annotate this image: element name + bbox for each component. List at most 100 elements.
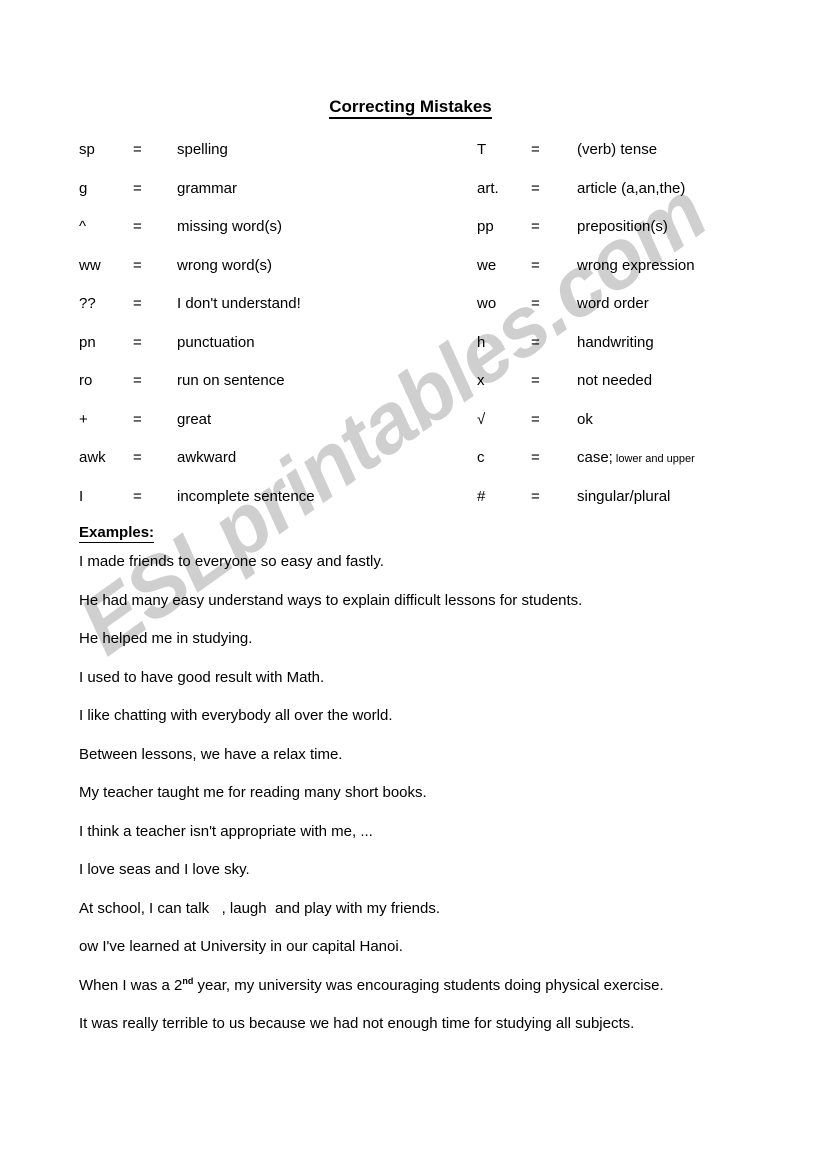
correction-symbol: ^ (79, 218, 87, 235)
correction-meaning-text: (verb) tense (577, 141, 658, 158)
correction-meaning-text: incomplete sentence (177, 487, 315, 505)
equals-sign: = (531, 410, 540, 428)
correction-meaning: article (a,an,the) (577, 179, 685, 198)
examples-heading-text: Examples: (79, 524, 155, 543)
correction-key-row: wo = word order (477, 294, 807, 333)
correction-meaning-text: ok (577, 410, 593, 428)
correction-key-row: art. = article (a,an,the) (477, 179, 807, 218)
correction-meaning-text: run on sentence (177, 372, 285, 389)
equals-sign: = (531, 449, 540, 466)
correction-meaning: punctuation (177, 333, 255, 352)
correction-meaning: spelling (177, 140, 228, 159)
equals-sign: = (531, 333, 540, 351)
correction-meaning: great (177, 410, 211, 429)
example-sentence: At school, I can talk , laugh and play w… (79, 899, 441, 917)
correction-symbol: x (477, 372, 485, 389)
equals-sign: = (133, 141, 142, 158)
examples-list: I made friends to everyone so easy and f… (79, 552, 779, 1053)
correction-symbol: + (79, 410, 88, 428)
correction-meaning-note: lower and upper (612, 453, 695, 465)
example-sentence: I think a teacher isn't appropriate with… (79, 822, 373, 840)
correction-symbol: art. (477, 179, 499, 197)
correction-symbol: pp (477, 218, 494, 235)
correction-key-row: sp = spelling (79, 140, 459, 179)
worksheet-page: ESLprintables.com Correcting Mistakes sp… (0, 0, 821, 1169)
correction-meaning-text: spelling (177, 141, 228, 158)
page-title: Correcting Mistakes (0, 97, 821, 119)
correction-key-left-column: sp = spelling g = grammar ^ = missing word(s) ww =… (79, 140, 459, 525)
correction-key-row: ro = run on sentence (79, 371, 459, 410)
correction-key-row: we = wrong expression (477, 256, 807, 295)
correction-symbol: awk (79, 449, 106, 466)
example-sentence: Between lessons, we have a relax time. (79, 745, 343, 763)
correction-key-row: h = handwriting (477, 333, 807, 372)
document-content: Correcting Mistakes sp = spelling g = grammar… (0, 0, 821, 1169)
correction-key-row: ^ = missing word(s) (79, 217, 459, 256)
correction-symbol: ww (79, 256, 101, 274)
correction-symbol: pn (79, 333, 96, 351)
correction-symbol: g (79, 179, 88, 197)
equals-sign: = (531, 256, 540, 274)
correction-key-row: awk = awkward (79, 448, 459, 487)
equals-sign: = (531, 487, 540, 505)
correction-meaning: (verb) tense (577, 140, 657, 159)
examples-heading: Examples: (79, 524, 155, 543)
correction-key-row: T = (verb) tense (477, 140, 807, 179)
correction-meaning-text: not needed (577, 372, 653, 389)
example-sentence: I like chatting with everybody all over … (79, 707, 393, 724)
correction-meaning: ok (577, 410, 593, 429)
example-sentence: When I was a 2nd year, my university was… (79, 976, 779, 1015)
correction-symbol: ?? (79, 295, 96, 312)
correction-meaning-text: article (a,an,the) (577, 179, 686, 197)
equals-sign: = (133, 333, 142, 351)
correction-meaning-text: wrong word(s) (177, 256, 273, 274)
correction-symbol: sp (79, 141, 95, 158)
correction-meaning: word order (577, 294, 649, 313)
correction-meaning-text: handwriting (577, 333, 654, 351)
correction-symbol: ro (79, 372, 93, 389)
correction-symbol: # (477, 487, 486, 505)
correction-meaning: handwriting (577, 333, 654, 352)
correction-meaning: not needed (577, 371, 652, 390)
correction-meaning: wrong word(s) (177, 256, 272, 275)
correction-meaning-text: word order (577, 295, 649, 312)
equals-sign: = (531, 141, 540, 158)
correction-key-row: g = grammar (79, 179, 459, 218)
example-sentence: It was really terrible to us because we … (79, 1015, 635, 1032)
correction-key-row: ?? = I don't understand! (79, 294, 459, 333)
correction-key-row: pp = preposition(s) (477, 217, 807, 256)
correction-symbol: √ (477, 410, 486, 428)
correction-symbol: wo (477, 295, 497, 312)
correction-symbol: h (477, 333, 486, 351)
correction-key-row: ww = wrong word(s) (79, 256, 459, 295)
correction-meaning: singular/plural (577, 487, 670, 506)
equals-sign: = (133, 487, 142, 505)
correction-meaning: incomplete sentence (177, 487, 315, 506)
equals-sign: = (133, 295, 142, 312)
example-sentence: My teacher taught me for reading many sh… (79, 784, 427, 801)
correction-meaning: run on sentence (177, 371, 285, 390)
example-sentence: ow I've learned at University in our cap… (79, 938, 403, 955)
correction-meaning: grammar (177, 179, 237, 198)
correction-key-row: c = case; lower and upper (477, 448, 807, 487)
correction-key-row: + = great (79, 410, 459, 449)
equals-sign: = (531, 295, 540, 312)
ordinal-superscript: nd (182, 975, 194, 986)
correction-key-row: x = not needed (477, 371, 807, 410)
correction-meaning-text: punctuation (177, 333, 255, 351)
correction-meaning-text: missing word(s) (177, 218, 283, 235)
example-sentence: I love seas and I love sky. (79, 861, 250, 878)
correction-meaning: awkward (177, 448, 236, 467)
correction-symbol: we (477, 256, 497, 274)
correction-meaning: case; lower and upper (577, 448, 695, 469)
correction-meaning: preposition(s) (577, 217, 668, 236)
correction-symbol: I (79, 487, 84, 505)
correction-key-row: pn = punctuation (79, 333, 459, 372)
correction-meaning-text: singular/plural (577, 487, 671, 505)
correction-meaning-text: preposition(s) (577, 218, 668, 235)
page-title-text: Correcting Mistakes (329, 97, 492, 119)
correction-meaning-text: grammar (177, 179, 238, 197)
correction-meaning-text: I don't understand! (177, 295, 301, 312)
correction-meaning: missing word(s) (177, 217, 282, 236)
correction-meaning: I don't understand! (177, 294, 301, 313)
